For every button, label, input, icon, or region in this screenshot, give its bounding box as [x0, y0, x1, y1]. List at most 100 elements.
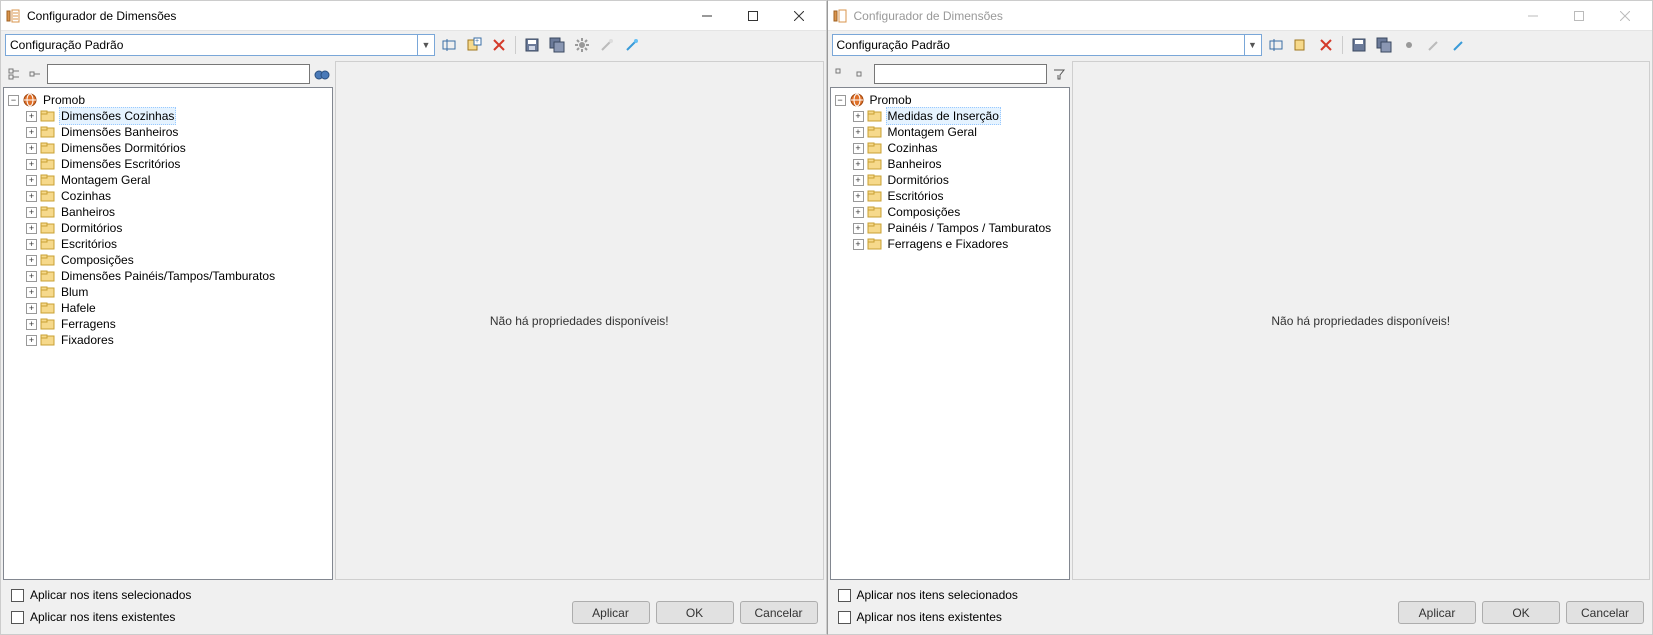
- chevron-down-icon[interactable]: ▼: [1244, 35, 1261, 55]
- expand-icon[interactable]: +: [26, 143, 37, 154]
- delete-icon[interactable]: [1315, 34, 1337, 56]
- rename-icon[interactable]: [438, 34, 460, 56]
- rename-icon[interactable]: [1265, 34, 1287, 56]
- expand-icon[interactable]: +: [853, 111, 864, 122]
- search-input[interactable]: [874, 64, 1047, 84]
- left-panel: −Promob+Medidas de Inserção+Montagem Ger…: [830, 61, 1070, 580]
- save-all-icon[interactable]: [1373, 34, 1395, 56]
- expand-icon[interactable]: +: [853, 239, 864, 250]
- maximize-button[interactable]: [1556, 1, 1602, 31]
- minimize-button[interactable]: [684, 1, 730, 31]
- binoculars-icon[interactable]: [313, 65, 331, 83]
- apply-selected-checkbox[interactable]: Aplicar nos itens selecionados: [11, 588, 560, 602]
- ok-button[interactable]: OK: [656, 601, 734, 624]
- expand-icon[interactable]: +: [26, 111, 37, 122]
- tree-item[interactable]: +Dimensões Cozinhas: [26, 108, 328, 124]
- tree-item[interactable]: +Hafele: [26, 300, 328, 316]
- cancel-button[interactable]: Cancelar: [740, 601, 818, 624]
- tree-item[interactable]: +Blum: [26, 284, 328, 300]
- tree-item[interactable]: +Ferragens: [26, 316, 328, 332]
- collapse-all-icon[interactable]: [26, 65, 44, 83]
- tree-item[interactable]: +Banheiros: [26, 204, 328, 220]
- tree-item[interactable]: +Cozinhas: [26, 188, 328, 204]
- expand-all-icon[interactable]: [5, 65, 23, 83]
- expand-icon[interactable]: +: [853, 143, 864, 154]
- gear-icon[interactable]: [571, 34, 593, 56]
- separator: [515, 36, 516, 54]
- expand-icon[interactable]: +: [26, 271, 37, 282]
- ok-button[interactable]: OK: [1482, 601, 1560, 624]
- apply-selected-checkbox[interactable]: Aplicar nos itens selecionados: [838, 588, 1387, 602]
- tree-item[interactable]: +Cozinhas: [853, 140, 1065, 156]
- tree-item[interactable]: +Montagem Geral: [853, 124, 1065, 140]
- apply-button[interactable]: Aplicar: [572, 601, 650, 624]
- save-all-icon[interactable]: [546, 34, 568, 56]
- expand-icon[interactable]: +: [853, 175, 864, 186]
- collapse-icon[interactable]: −: [8, 95, 19, 106]
- expand-icon[interactable]: +: [26, 159, 37, 170]
- expand-icon[interactable]: +: [26, 207, 37, 218]
- expand-icon[interactable]: +: [26, 335, 37, 346]
- gear-icon[interactable]: [1398, 34, 1420, 56]
- cancel-button[interactable]: Cancelar: [1566, 601, 1644, 624]
- tree-item[interactable]: +Fixadores: [26, 332, 328, 348]
- expand-icon[interactable]: +: [853, 159, 864, 170]
- tree-item[interactable]: +Painéis / Tampos / Tamburatos: [853, 220, 1065, 236]
- expand-icon[interactable]: +: [26, 303, 37, 314]
- tree-item[interactable]: +Dimensões Dormitórios: [26, 140, 328, 156]
- expand-icon[interactable]: +: [853, 127, 864, 138]
- maximize-button[interactable]: [730, 1, 776, 31]
- tree-item[interactable]: +Montagem Geral: [26, 172, 328, 188]
- tree-root[interactable]: −Promob: [8, 92, 328, 108]
- config-select[interactable]: Configuração Padrão ▼: [5, 34, 435, 56]
- save-icon[interactable]: [521, 34, 543, 56]
- new-config-icon[interactable]: +: [463, 34, 485, 56]
- tree-item[interactable]: +Composições: [26, 252, 328, 268]
- config-select[interactable]: Configuração Padrão ▼: [832, 34, 1262, 56]
- expand-icon[interactable]: +: [26, 191, 37, 202]
- tree-item[interactable]: +Ferragens e Fixadores: [853, 236, 1065, 252]
- expand-all-icon[interactable]: [832, 65, 850, 83]
- wand-blue-icon[interactable]: [1448, 34, 1470, 56]
- tree-item[interactable]: +Banheiros: [853, 156, 1065, 172]
- new-config-icon[interactable]: [1290, 34, 1312, 56]
- chevron-down-icon[interactable]: ▼: [417, 35, 434, 55]
- apply-button[interactable]: Aplicar: [1398, 601, 1476, 624]
- tree-item[interactable]: +Dormitórios: [853, 172, 1065, 188]
- tree-item[interactable]: +Dimensões Escritórios: [26, 156, 328, 172]
- tree-root[interactable]: −Promob: [835, 92, 1065, 108]
- tree-item[interactable]: +Dormitórios: [26, 220, 328, 236]
- apply-existing-checkbox[interactable]: Aplicar nos itens existentes: [11, 610, 560, 624]
- tree-item[interactable]: +Escritórios: [26, 236, 328, 252]
- delete-icon[interactable]: [488, 34, 510, 56]
- save-icon[interactable]: [1348, 34, 1370, 56]
- expand-icon[interactable]: +: [853, 207, 864, 218]
- expand-icon[interactable]: +: [26, 127, 37, 138]
- expand-icon[interactable]: +: [853, 191, 864, 202]
- tree-item[interactable]: +Dimensões Painéis/Tampos/Tamburatos: [26, 268, 328, 284]
- expand-icon[interactable]: +: [26, 287, 37, 298]
- expand-icon[interactable]: +: [853, 223, 864, 234]
- tree-item[interactable]: +Dimensões Banheiros: [26, 124, 328, 140]
- tree-item[interactable]: +Medidas de Inserção: [853, 108, 1065, 124]
- expand-icon[interactable]: +: [26, 319, 37, 330]
- collapse-icon[interactable]: −: [835, 95, 846, 106]
- tree-item[interactable]: +Escritórios: [853, 188, 1065, 204]
- expand-icon[interactable]: +: [26, 223, 37, 234]
- apply-existing-checkbox[interactable]: Aplicar nos itens existentes: [838, 610, 1387, 624]
- tree[interactable]: −Promob+Medidas de Inserção+Montagem Ger…: [830, 87, 1070, 580]
- expand-icon[interactable]: +: [26, 175, 37, 186]
- collapse-all-icon[interactable]: [853, 65, 871, 83]
- close-button[interactable]: [1602, 1, 1648, 31]
- expand-icon[interactable]: +: [26, 255, 37, 266]
- wand-gray-icon[interactable]: [1423, 34, 1445, 56]
- search-input[interactable]: [47, 64, 310, 84]
- expand-icon[interactable]: +: [26, 239, 37, 250]
- filter-icon[interactable]: [1050, 65, 1068, 83]
- minimize-button[interactable]: [1510, 1, 1556, 31]
- tree[interactable]: −Promob+Dimensões Cozinhas+Dimensões Ban…: [3, 87, 333, 580]
- wand-gray-icon[interactable]: [596, 34, 618, 56]
- close-button[interactable]: [776, 1, 822, 31]
- tree-item[interactable]: +Composições: [853, 204, 1065, 220]
- wand-blue-icon[interactable]: [621, 34, 643, 56]
